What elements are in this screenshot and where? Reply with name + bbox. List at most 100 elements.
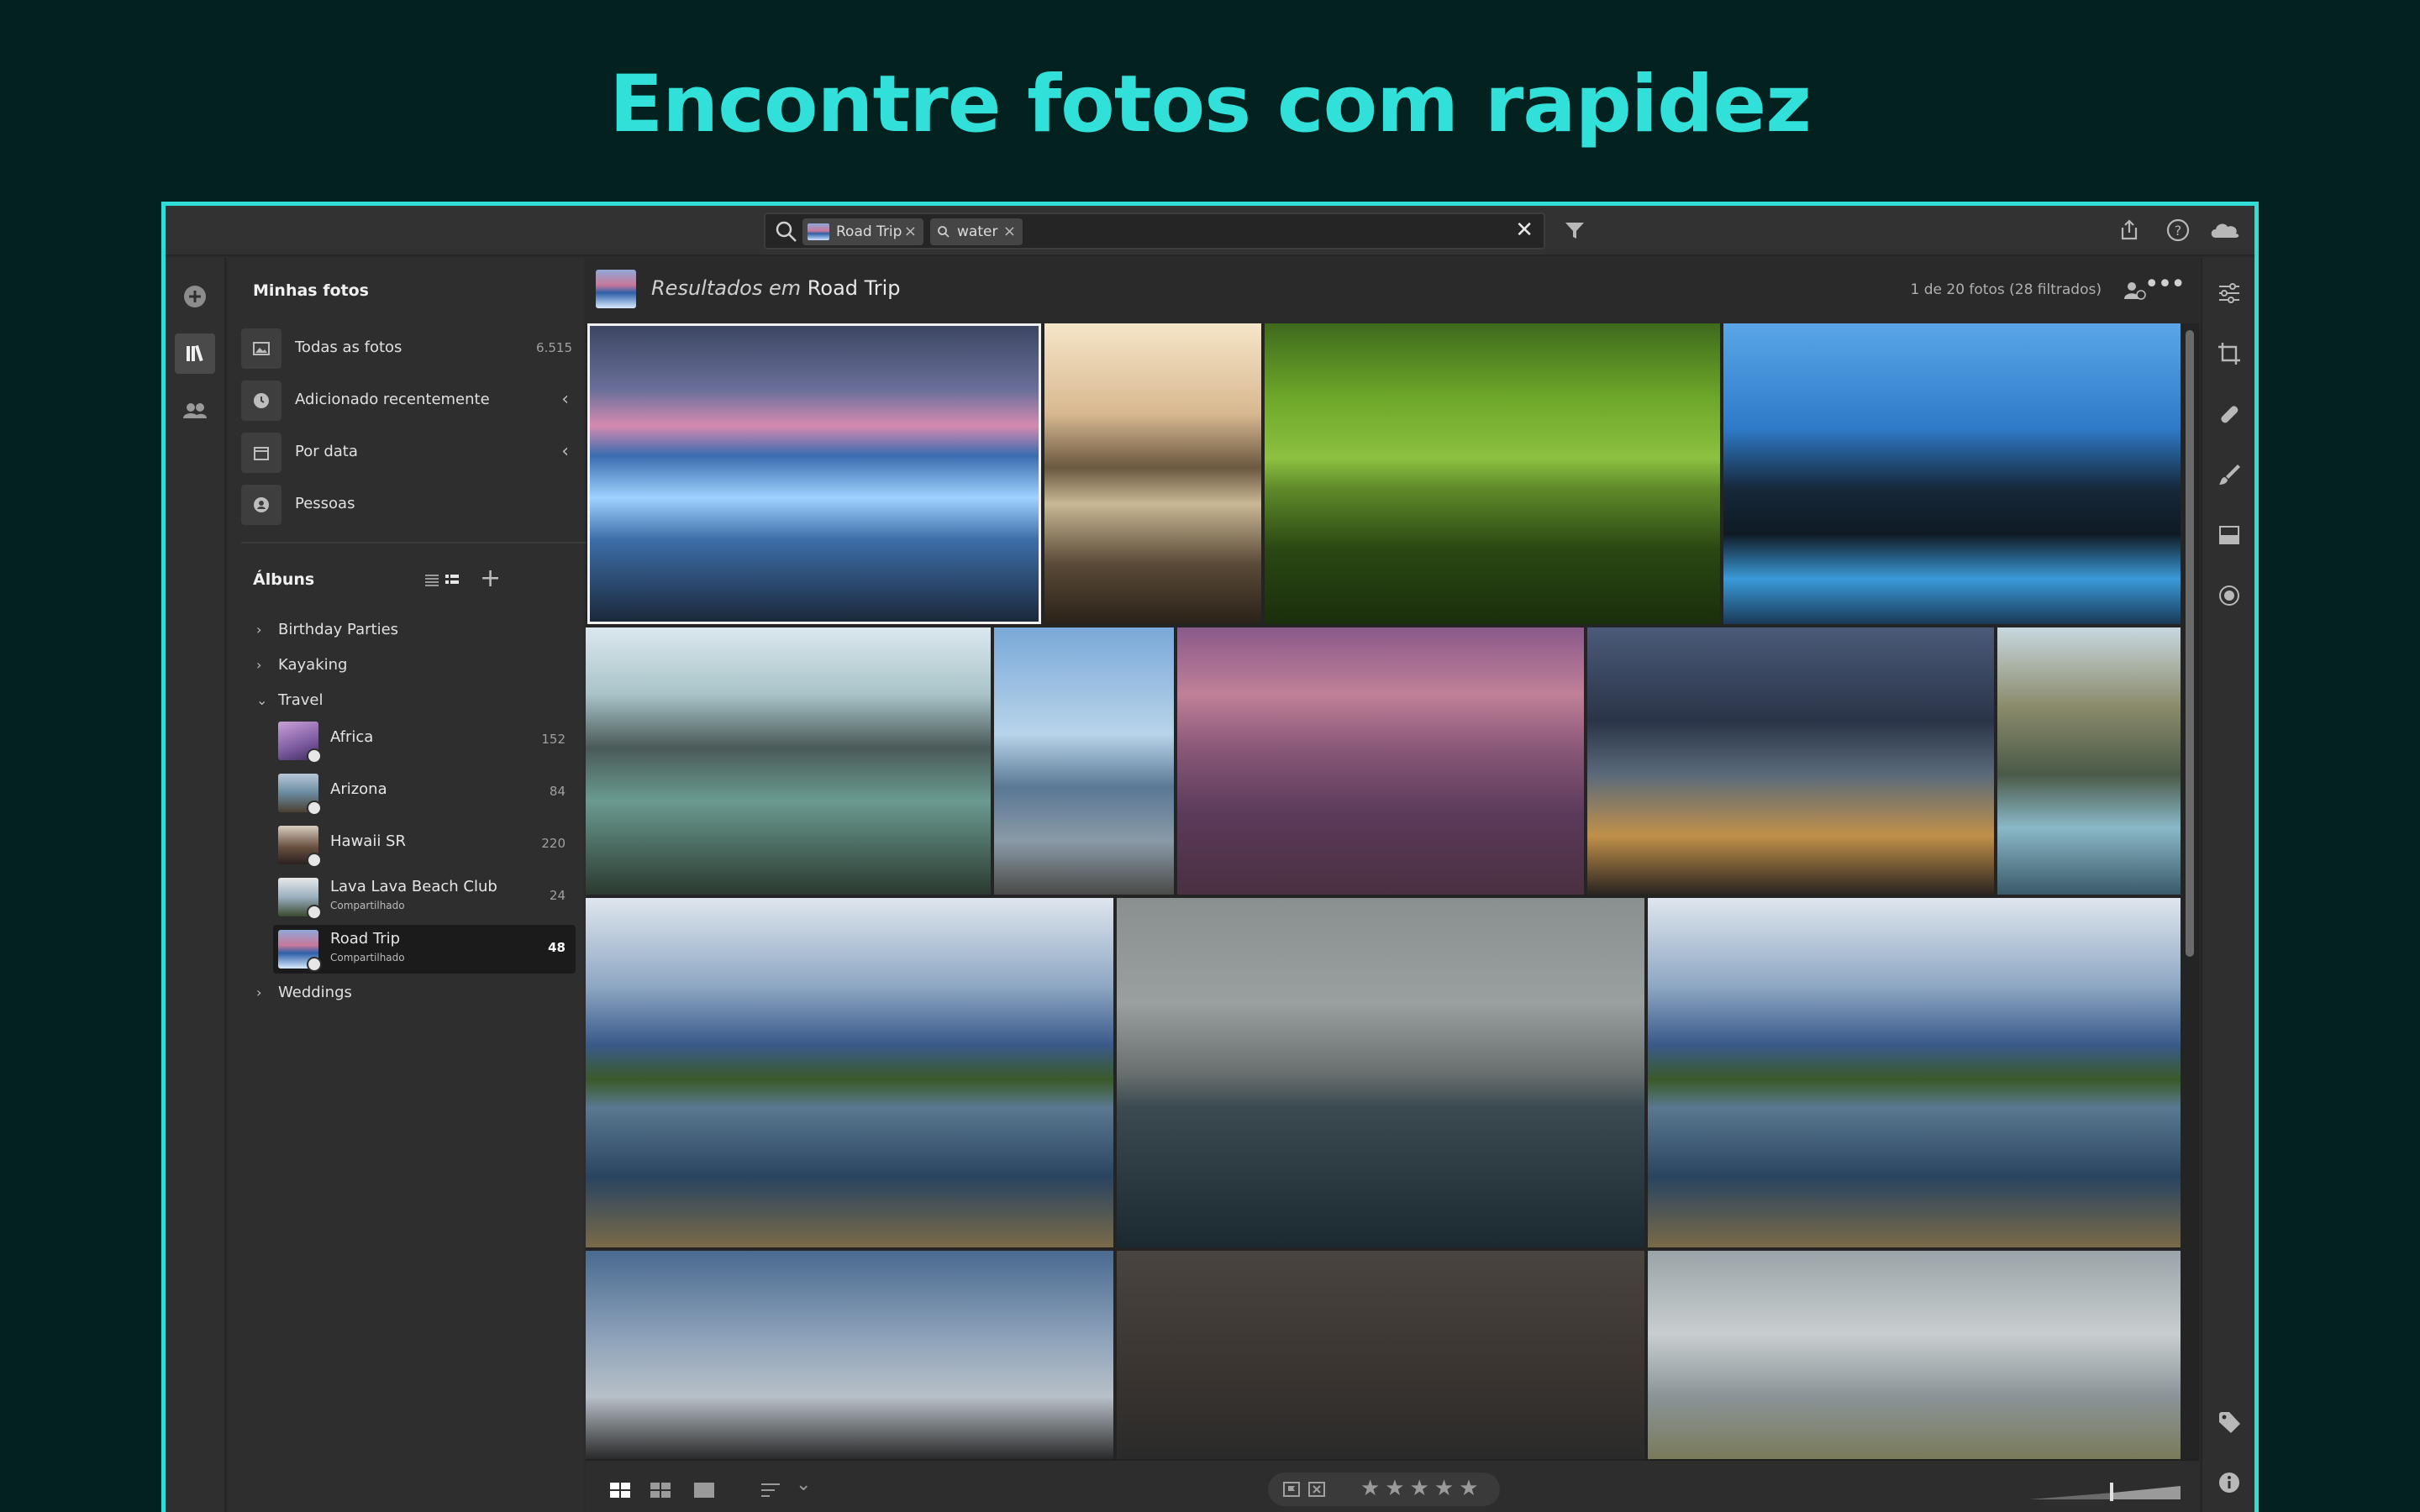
star-rating-icon[interactable]: ★★★★★: [1360, 1476, 1484, 1501]
photo-rowboat[interactable]: [1997, 627, 2181, 895]
photo-canyon-river[interactable]: [1723, 323, 2181, 624]
album-count: 84: [549, 784, 566, 799]
album-road-trip[interactable]: Road Trip Compartilhado 48: [273, 925, 576, 974]
album-label: Arizona: [330, 780, 387, 798]
photo-mountain-lake-2[interactable]: [1648, 898, 2181, 1247]
album-kayaking[interactable]: › Kayaking: [256, 656, 347, 686]
photo-icon: [253, 342, 270, 355]
sidebar: Minhas fotos Todas as fotos 6.515 Adicio…: [228, 258, 586, 1512]
crop-icon[interactable]: [2216, 340, 2243, 367]
chevron-left-icon[interactable]: ‹: [561, 389, 569, 410]
thumbnail-list-icon[interactable]: [443, 570, 461, 589]
photo-harbor-dusk[interactable]: [1177, 627, 1584, 895]
radial-gradient-icon[interactable]: [2216, 582, 2243, 609]
search-chip-label: Road Trip: [836, 223, 902, 240]
nav-people[interactable]: Pessoas: [241, 483, 572, 527]
top-bar: Road Trip × water × ✕ ?: [166, 206, 2254, 256]
album-arizona[interactable]: Arizona 84: [273, 769, 576, 817]
share-icon[interactable]: [2115, 216, 2144, 244]
results-title: Resultados em Road Trip: [651, 276, 901, 300]
synced-badge-icon: [307, 748, 322, 764]
brush-icon[interactable]: [2216, 461, 2243, 488]
calendar-icon: [254, 447, 269, 460]
album-thumbnail: [278, 878, 322, 920]
more-options-icon[interactable]: •••: [2144, 270, 2186, 299]
chevron-left-icon[interactable]: ‹: [561, 441, 569, 462]
help-icon[interactable]: ?: [2164, 216, 2192, 244]
linear-gradient-icon[interactable]: [2216, 522, 2243, 549]
search-icon: [776, 221, 797, 242]
add-circle-icon: [184, 286, 206, 307]
photo-ocean-waves[interactable]: [1648, 1251, 2181, 1459]
photo-kayak-water[interactable]: [1117, 1251, 1644, 1459]
album-weddings[interactable]: › Weddings: [256, 984, 352, 1014]
add-photos-button[interactable]: [175, 276, 215, 317]
photo-river-sunset[interactable]: [1044, 323, 1261, 624]
album-label: Travel: [278, 691, 324, 709]
remove-chip-icon[interactable]: ×: [1003, 218, 1016, 245]
album-thumbnail: [278, 722, 322, 764]
album-africa[interactable]: Africa 152: [273, 717, 576, 765]
nav-count: 6.515: [536, 340, 572, 355]
album-label: Birthday Parties: [278, 621, 399, 638]
album-count: 48: [548, 940, 566, 955]
nav-recently-added[interactable]: Adicionado recentemente ‹: [241, 379, 572, 423]
album-label: Weddings: [278, 984, 352, 1001]
album-thumbnail: [278, 774, 322, 816]
tag-icon[interactable]: [2216, 1409, 2243, 1436]
album-label: Road Trip: [330, 930, 401, 948]
album-birthday-parties[interactable]: › Birthday Parties: [256, 621, 398, 651]
library-icon: [187, 344, 203, 362]
search-chip-keyword[interactable]: water ×: [930, 218, 1023, 245]
square-grid-icon[interactable]: [648, 1478, 673, 1503]
sort-icon[interactable]: [759, 1478, 784, 1503]
chevron-right-icon: ›: [256, 622, 262, 638]
search-chip-album[interactable]: Road Trip ×: [802, 218, 923, 245]
results-count: 1 de 20 fotos (28 filtrados): [1910, 281, 2102, 298]
bottom-toolbar: ⌄ ★★★★★: [586, 1459, 2199, 1512]
photo-glacier-lagoon[interactable]: [587, 323, 1041, 624]
add-album-icon[interactable]: +: [480, 564, 501, 593]
photo-dead-trees[interactable]: [994, 627, 1174, 895]
album-lava-lava-beach-club[interactable]: Lava Lava Beach Club Compartilhado 24: [273, 873, 576, 921]
healing-bandage-icon[interactable]: [2216, 401, 2243, 428]
headline: Encontre fotos com rapidez: [609, 59, 1812, 150]
sliders-icon[interactable]: [2216, 280, 2243, 307]
pick-flag-icon[interactable]: [1281, 1479, 1302, 1499]
photo-rocky-coast[interactable]: [586, 627, 991, 895]
photo-cloudy-town[interactable]: [586, 1251, 1113, 1459]
left-rail: [166, 258, 226, 1512]
list-view-icon[interactable]: [423, 570, 441, 589]
photo-foggy-harbor[interactable]: [1117, 898, 1644, 1247]
zoom-slider[interactable]: [2029, 1478, 2181, 1503]
photo-mountain-lake-1[interactable]: [586, 898, 1113, 1247]
album-hawaii-sr[interactable]: Hawaii SR 220: [273, 821, 576, 869]
reject-flag-icon[interactable]: [1307, 1479, 1327, 1499]
single-view-icon[interactable]: [692, 1478, 717, 1503]
search-icon: [938, 226, 950, 238]
grid-scrollbar[interactable]: [2186, 330, 2194, 957]
nav-all-photos[interactable]: Todas as fotos 6.515: [241, 327, 572, 370]
cloud-icon[interactable]: [2207, 216, 2243, 244]
photo-willow-tree[interactable]: [1265, 323, 1720, 624]
nav-label: Pessoas: [295, 495, 355, 512]
remove-chip-icon[interactable]: ×: [904, 218, 917, 245]
photo-city-river[interactable]: [1587, 627, 1994, 895]
people-button[interactable]: [175, 391, 215, 431]
filter-icon[interactable]: [1560, 216, 1589, 244]
nav-by-date[interactable]: Por data ‹: [241, 431, 572, 475]
nav-label: Por data: [295, 443, 358, 460]
clear-search-icon[interactable]: ✕: [1515, 218, 1534, 243]
person-icon: [254, 497, 269, 512]
grid-view-icon[interactable]: [608, 1478, 633, 1503]
album-label: Kayaking: [278, 656, 348, 674]
library-button[interactable]: [175, 333, 215, 374]
my-photos-title: Minhas fotos: [253, 281, 369, 300]
album-thumbnail: [278, 826, 322, 868]
info-icon[interactable]: [2216, 1469, 2243, 1496]
album-thumbnail: [278, 930, 322, 972]
chevron-down-icon[interactable]: ⌄: [796, 1474, 811, 1495]
add-person-icon[interactable]: [2122, 278, 2147, 303]
album-shared-label: Compartilhado: [330, 952, 405, 963]
search-bar[interactable]: Road Trip × water × ✕: [764, 213, 1545, 249]
